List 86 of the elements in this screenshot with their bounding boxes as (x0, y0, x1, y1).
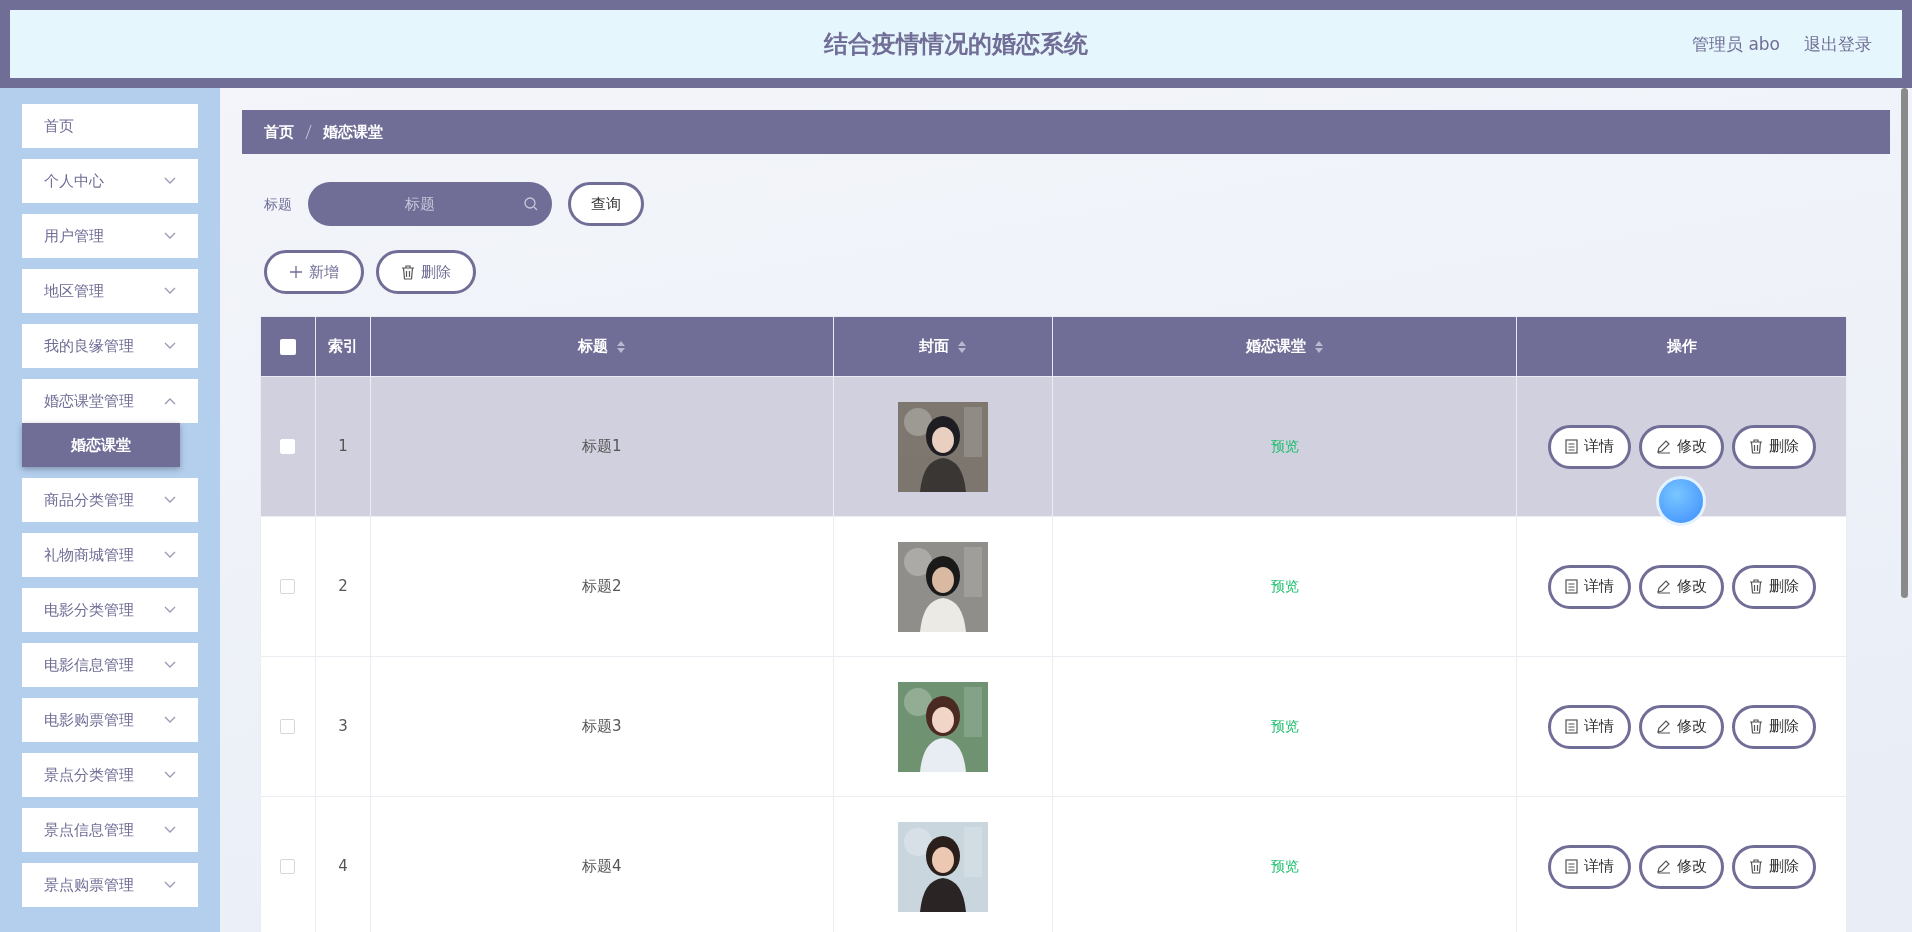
search-label: 标题 (264, 194, 292, 214)
column-header: 操作 (1666, 336, 1697, 358)
sidebar-item[interactable]: 地区管理 (22, 269, 198, 313)
chevron-icon (164, 881, 176, 889)
delete-button[interactable]: 删除 (1731, 704, 1816, 749)
breadcrumb-current: 婚恋课堂 (323, 121, 383, 143)
table-cell: 3 (338, 717, 348, 736)
document-icon (1564, 439, 1578, 454)
chevron-icon (164, 177, 176, 185)
trash-icon (1748, 439, 1763, 454)
sidebar-item[interactable]: 景点信息管理 (22, 808, 198, 852)
edit-button[interactable]: 修改 (1638, 704, 1724, 749)
chevron-icon (164, 771, 176, 779)
table-cell: 4 (338, 857, 348, 876)
query-button[interactable]: 查询 (568, 182, 644, 226)
app-title: 结合疫情情况的婚恋系统 (824, 29, 1088, 60)
edit-button[interactable]: 修改 (1638, 424, 1724, 469)
row-checkbox[interactable] (280, 719, 296, 735)
chevron-icon (164, 551, 176, 559)
search-field[interactable]: 标题 (308, 182, 552, 226)
edit-button[interactable]: 修改 (1638, 564, 1724, 609)
trash-icon (1748, 579, 1763, 594)
chevron-icon (164, 826, 176, 834)
chevron-icon (164, 397, 176, 405)
table-cell: 1 (338, 437, 348, 456)
trash-icon (1748, 719, 1763, 734)
sidebar-item[interactable]: 景点购票管理 (22, 863, 198, 907)
select-all-checkbox[interactable] (279, 338, 296, 355)
column-header[interactable]: 标题 (577, 335, 626, 358)
add-button[interactable]: 新增 (264, 250, 364, 294)
sidebar-item[interactable]: 景点分类管理 (22, 753, 198, 797)
sidebar-item[interactable]: 婚恋课堂管理 (22, 379, 198, 423)
delete-button[interactable]: 删除 (1731, 844, 1816, 889)
sidebar-item[interactable]: 电影信息管理 (22, 643, 198, 687)
sort-icon[interactable] (615, 339, 626, 354)
sidebar-item[interactable]: 电影购票管理 (22, 698, 198, 742)
pencil-icon (1655, 859, 1671, 874)
document-icon (1564, 719, 1578, 734)
detail-button[interactable]: 详情 (1547, 704, 1631, 749)
delete-button[interactable]: 删除 (1731, 424, 1816, 469)
delete-button[interactable]: 删除 (376, 250, 476, 294)
sort-icon[interactable] (1313, 339, 1324, 354)
detail-button[interactable]: 详情 (1547, 564, 1631, 609)
edit-button[interactable]: 修改 (1638, 844, 1724, 889)
row-checkbox[interactable] (280, 579, 296, 595)
plus-icon (289, 265, 303, 279)
logout-link[interactable]: 退出登录 (1804, 32, 1872, 58)
column-header[interactable]: 婚恋课堂 (1245, 335, 1324, 358)
row-checkbox[interactable] (280, 859, 296, 875)
sidebar-item[interactable]: 礼物商城管理 (22, 533, 198, 577)
sidebar-subitem[interactable]: 婚恋课堂 (22, 423, 180, 467)
search-icon (524, 197, 538, 211)
table-cell: 标题2 (581, 577, 622, 596)
scrollbar-thumb[interactable] (1901, 88, 1908, 598)
sort-icon[interactable] (956, 339, 967, 354)
pencil-icon (1655, 719, 1671, 734)
column-header[interactable]: 封面 (918, 335, 967, 358)
detail-button[interactable]: 详情 (1547, 424, 1631, 469)
sidebar-item[interactable]: 我的良缘管理 (22, 324, 198, 368)
trash-icon (401, 264, 415, 280)
trash-icon (1748, 859, 1763, 874)
delete-button[interactable]: 删除 (1731, 564, 1816, 609)
chevron-icon (164, 342, 176, 350)
sidebar-item[interactable]: 电影分类管理 (22, 588, 198, 632)
table-cell: 标题3 (581, 717, 622, 736)
chevron-icon (164, 606, 176, 614)
sidebar-item[interactable]: 商品分类管理 (22, 478, 198, 522)
table-cell: 标题1 (581, 437, 622, 456)
table-cell: 标题4 (581, 857, 622, 876)
chevron-icon (164, 496, 176, 504)
chevron-icon (164, 716, 176, 724)
sidebar-item[interactable]: 个人中心 (22, 159, 198, 203)
detail-button[interactable]: 详情 (1547, 844, 1631, 889)
sidebar-item[interactable]: 首页 (22, 104, 198, 148)
document-icon (1564, 859, 1578, 874)
chevron-icon (164, 232, 176, 240)
user-name: 管理员 abo (1692, 33, 1780, 56)
pencil-icon (1655, 579, 1671, 594)
pencil-icon (1655, 439, 1671, 454)
chevron-icon (164, 287, 176, 295)
table-cell: 2 (338, 577, 348, 596)
document-icon (1564, 579, 1578, 594)
column-header: 索引 (327, 336, 358, 358)
chevron-icon (164, 661, 176, 669)
sidebar-item[interactable]: 用户管理 (22, 214, 198, 258)
breadcrumb-link[interactable]: 首页 (264, 120, 294, 144)
